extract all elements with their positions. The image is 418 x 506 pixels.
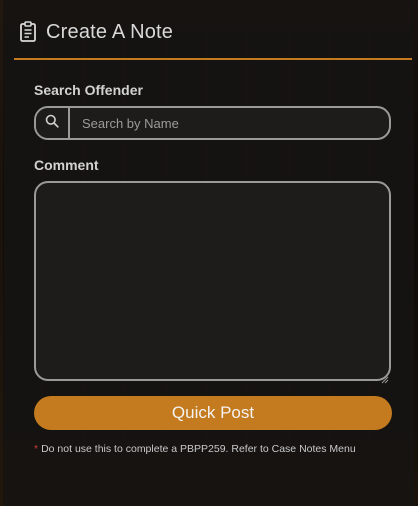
header-divider: [14, 58, 412, 60]
search-icon: [45, 114, 59, 133]
create-note-panel: Create A Note Search Offender Comment Qu…: [4, 0, 414, 506]
usage-note-text: Do not use this to complete a PBPP259. R…: [41, 443, 356, 455]
required-asterisk: *: [34, 443, 39, 455]
clipboard-icon: [18, 21, 38, 43]
search-offender-field: [34, 106, 391, 140]
page-title: Create A Note: [46, 20, 174, 43]
panel-header: Create A Note: [18, 14, 173, 50]
comment-textarea[interactable]: [34, 181, 391, 381]
quick-post-button[interactable]: Quick Post: [34, 396, 392, 430]
usage-note: * Do not use this to complete a PBPP259. …: [34, 443, 356, 455]
search-offender-label: Search Offender: [34, 82, 143, 98]
search-input[interactable]: [70, 108, 389, 138]
search-button[interactable]: [36, 108, 70, 138]
resize-grip-icon[interactable]: [381, 371, 389, 384]
comment-label: Comment: [34, 157, 99, 173]
